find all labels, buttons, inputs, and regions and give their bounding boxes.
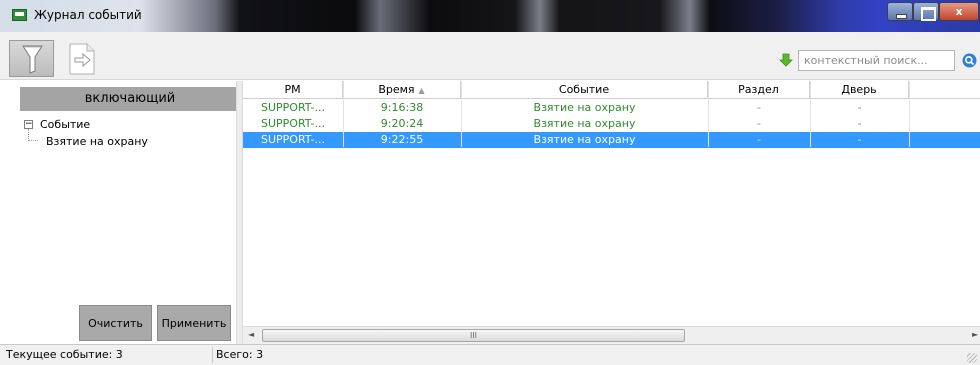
cell-time: 9:22:55 (380, 133, 424, 146)
cell-time: 9:20:24 (380, 117, 424, 130)
filter-toggle-button[interactable] (9, 40, 54, 77)
cell-door: - (857, 133, 862, 146)
collapse-toggle-icon[interactable]: − (24, 120, 33, 129)
cell-door: - (857, 117, 862, 130)
cell-event: Взятие на охрану (533, 101, 636, 114)
cell-section: - (757, 101, 761, 114)
context-search-input[interactable] (798, 50, 955, 71)
filter-tree: − Событие Взятие на охрану (16, 116, 236, 150)
cell-event: Взятие на охрану (533, 133, 636, 146)
column-divider (708, 81, 709, 147)
events-table: РМ Время ▲ Событие Раздел Дверь SUPPORT-.… (243, 81, 980, 344)
cell-section: - (757, 117, 761, 130)
column-header-event[interactable]: Событие (461, 81, 708, 99)
column-divider (909, 81, 910, 147)
document-arrow-icon (69, 43, 95, 75)
cell-section: - (757, 133, 761, 146)
cell-pm: SUPPORT-... (261, 117, 325, 130)
minimize-button[interactable] (887, 2, 913, 21)
column-header-section[interactable]: Раздел (708, 81, 810, 99)
tree-node-child[interactable]: Взятие на охрану (16, 129, 236, 150)
sort-ascending-icon: ▲ (418, 86, 425, 95)
green-down-arrow-icon[interactable] (779, 53, 793, 67)
column-header-time[interactable]: Время ▲ (343, 81, 461, 99)
tree-node-root[interactable]: − Событие (16, 116, 236, 133)
export-document-button[interactable] (62, 40, 102, 77)
cell-event: Взятие на охрану (533, 117, 636, 130)
window-title: Журнал событий (34, 8, 142, 22)
maximize-button[interactable] (913, 2, 939, 21)
column-divider (810, 81, 811, 147)
search-icon[interactable] (962, 53, 977, 68)
tree-child-label: Взятие на охрану (46, 135, 148, 148)
cell-time: 9:16:38 (380, 101, 424, 114)
scroll-left-icon[interactable]: ◄ (248, 330, 254, 339)
scrollbar-thumb[interactable]: III (262, 329, 685, 342)
funnel-icon (22, 45, 43, 74)
tree-connector (28, 129, 38, 141)
cell-pm: SUPPORT-... (261, 101, 325, 114)
cell-door: - (857, 101, 862, 114)
window-titlebar[interactable]: Журнал событий x (0, 0, 980, 32)
status-bar: Текущее событие: 3 Всего: 3 (0, 344, 980, 365)
event-log-app-icon (12, 9, 27, 21)
table-header: РМ Время ▲ Событие Раздел Дверь (243, 81, 980, 99)
current-event-status: Текущее событие: 3 (6, 348, 123, 361)
status-separator (212, 347, 213, 363)
resize-grip-icon[interactable] (967, 353, 977, 363)
horizontal-scrollbar[interactable]: ◄ III ► (243, 326, 980, 344)
scroll-right-icon[interactable]: ► (972, 330, 978, 339)
table-row-selected[interactable]: SUPPORT-... 9:22:55 Взятие на охрану - - (243, 132, 980, 148)
apply-button[interactable]: Применить (157, 305, 231, 341)
clear-button[interactable]: Очистить (79, 305, 152, 341)
table-row[interactable]: SUPPORT-... 9:16:38 Взятие на охрану - - (243, 100, 980, 116)
filter-mode-header[interactable]: включающий (20, 87, 240, 111)
column-header-pm[interactable]: РМ (243, 81, 343, 99)
column-divider (461, 81, 462, 147)
close-button[interactable]: x (939, 2, 979, 21)
total-count-status: Всего: 3 (216, 348, 264, 361)
table-row[interactable]: SUPPORT-... 9:20:24 Взятие на охрану - - (243, 116, 980, 132)
tree-root-label: Событие (40, 118, 91, 131)
column-header-door[interactable]: Дверь (810, 81, 909, 99)
column-divider (343, 81, 344, 147)
panel-splitter[interactable] (236, 81, 243, 344)
cell-pm: SUPPORT-... (261, 133, 325, 146)
